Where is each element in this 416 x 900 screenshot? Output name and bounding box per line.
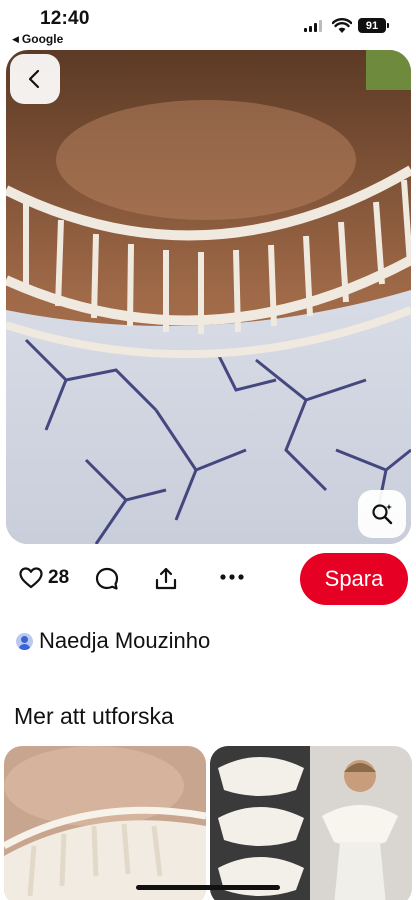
explore-pin-card[interactable] [4,746,206,900]
save-button[interactable]: Spara [300,553,408,605]
battery-level: 91 [365,19,379,32]
share-button[interactable] [153,566,179,592]
more-icon [220,574,244,580]
creator-row[interactable]: Naedja Mouzinho [16,628,210,654]
like-count: 28 [48,567,70,588]
back-triangle-icon: ◀ [12,33,19,44]
visual-search-icon [372,504,393,525]
crochet-capelets-photo [210,746,412,900]
creator-name: Naedja Mouzinho [39,628,211,653]
chevron-left-icon [28,69,40,89]
comment-button[interactable] [94,566,120,592]
wifi-icon [332,18,352,33]
battery-icon: 91 [358,18,389,33]
heart-icon [19,567,43,589]
pin-image[interactable] [6,50,411,544]
explore-pin-card[interactable] [210,746,412,900]
like-button[interactable]: 28 [18,566,69,590]
avatar [16,632,33,650]
signal-icon [304,20,322,32]
crochet-lace-yoke-photo [6,50,411,544]
explore-title: Mer att utforska [14,703,174,729]
status-time: 12:40 [40,8,90,29]
status-bar: 12:40 ◀ Google 91 [0,0,416,48]
back-to-app-link[interactable]: ◀ Google [12,32,63,46]
back-app-label: Google [21,32,64,46]
visual-search-button[interactable] [358,490,406,538]
back-button[interactable] [10,54,60,104]
crochet-top-photo [4,746,206,900]
home-indicator [136,885,280,890]
share-icon [155,567,177,590]
more-options-button[interactable] [219,564,245,590]
comment-icon [95,567,119,590]
